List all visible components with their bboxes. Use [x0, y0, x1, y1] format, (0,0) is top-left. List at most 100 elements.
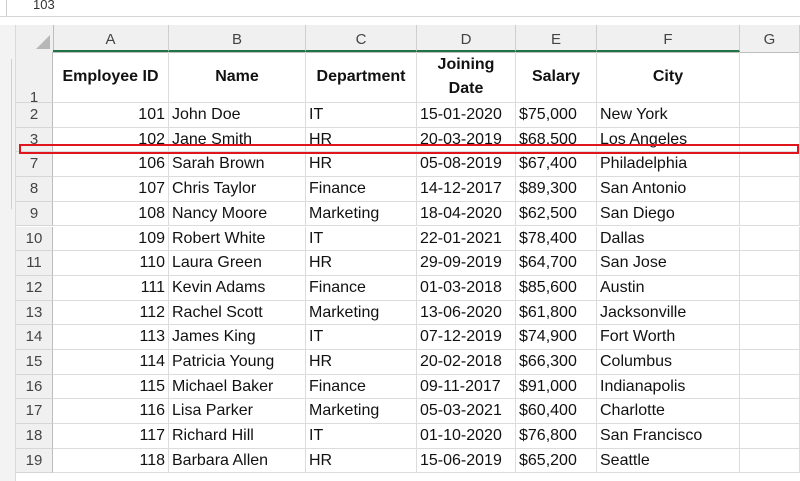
table-cell[interactable]: Indianapolis	[597, 374, 740, 400]
table-cell[interactable]: $75,000	[516, 103, 597, 128]
table-cell[interactable]: 15-01-2020	[417, 103, 516, 128]
table-cell[interactable]: IT	[306, 325, 417, 350]
table-cell[interactable]: James King	[169, 325, 306, 350]
formula-bar[interactable]: 103	[0, 0, 800, 17]
table-cell[interactable]: 106	[53, 152, 169, 178]
table-cell[interactable]: $85,600	[516, 275, 597, 301]
table-cell[interactable]: 112	[53, 300, 169, 326]
column-header-c[interactable]: C	[306, 25, 417, 52]
table-cell[interactable]: Marketing	[306, 300, 417, 326]
table-cell[interactable]: 18-04-2020	[417, 201, 516, 227]
table-cell[interactable]: 102	[53, 127, 169, 153]
row-header[interactable]: 2	[16, 103, 53, 128]
table-cell[interactable]: $89,300	[516, 177, 597, 202]
table-cell[interactable]: 05-08-2019	[417, 152, 516, 178]
table-cell[interactable]: Finance	[306, 374, 417, 400]
row-header[interactable]: 3	[16, 127, 53, 153]
table-cell[interactable]: $61,800	[516, 300, 597, 326]
column-header-b[interactable]: B	[169, 25, 306, 52]
table-cell[interactable]: 114	[53, 350, 169, 375]
table-cell[interactable]: 107	[53, 177, 169, 202]
table-cell[interactable]: 07-12-2019	[417, 325, 516, 350]
table-cell[interactable]: Michael Baker	[169, 374, 306, 400]
header-cell[interactable]: City	[597, 52, 740, 103]
row-header[interactable]: 11	[16, 251, 53, 276]
table-cell[interactable]: Dallas	[597, 226, 740, 252]
table-cell[interactable]: 113	[53, 325, 169, 350]
table-cell-empty[interactable]	[740, 52, 800, 103]
table-cell[interactable]: Philadelphia	[597, 152, 740, 178]
column-header-d[interactable]: D	[417, 25, 516, 52]
table-cell[interactable]: $60,400	[516, 399, 597, 425]
table-cell[interactable]: Finance	[306, 177, 417, 202]
table-cell[interactable]: Laura Green	[169, 251, 306, 276]
table-cell[interactable]: Charlotte	[597, 399, 740, 425]
column-header-a[interactable]: A	[53, 25, 169, 52]
spreadsheet-grid[interactable]: ABCDEFG 1 Employee ID Name Department Joinin…	[16, 25, 800, 481]
table-cell-empty[interactable]	[740, 177, 800, 202]
table-cell[interactable]: Columbus	[597, 350, 740, 375]
table-cell[interactable]: $65,200	[516, 448, 597, 474]
table-cell[interactable]: 05-03-2021	[417, 399, 516, 425]
table-cell[interactable]: 13-06-2020	[417, 300, 516, 326]
table-cell-empty[interactable]	[740, 103, 800, 128]
table-cell[interactable]: Finance	[306, 275, 417, 301]
row-header[interactable]: 9	[16, 201, 53, 227]
table-cell[interactable]: San Antonio	[597, 177, 740, 202]
row-header[interactable]: 19	[16, 448, 53, 474]
table-cell[interactable]: 20-03-2019	[417, 127, 516, 153]
table-cell[interactable]: $68,500	[516, 127, 597, 153]
table-cell[interactable]: 22-01-2021	[417, 226, 516, 252]
table-cell[interactable]: 110	[53, 251, 169, 276]
column-header-g[interactable]: G	[740, 25, 800, 52]
table-cell[interactable]: Los Angeles	[597, 127, 740, 153]
table-cell[interactable]: Barbara Allen	[169, 448, 306, 474]
table-cell[interactable]: Nancy Moore	[169, 201, 306, 227]
table-cell[interactable]: Seattle	[597, 448, 740, 474]
row-header[interactable]: 15	[16, 350, 53, 375]
table-cell-empty[interactable]	[740, 374, 800, 400]
table-cell-empty[interactable]	[740, 226, 800, 252]
row-header[interactable]: 18	[16, 424, 53, 449]
table-cell-empty[interactable]	[740, 201, 800, 227]
formula-bar-value[interactable]: 103	[33, 0, 55, 12]
table-cell[interactable]: Richard Hill	[169, 424, 306, 449]
table-cell[interactable]: HR	[306, 350, 417, 375]
table-cell[interactable]: Marketing	[306, 399, 417, 425]
table-cell[interactable]: San Diego	[597, 201, 740, 227]
row-header[interactable]: 13	[16, 300, 53, 326]
table-cell[interactable]: $67,400	[516, 152, 597, 178]
table-cell[interactable]: $66,300	[516, 350, 597, 375]
table-cell[interactable]: 111	[53, 275, 169, 301]
table-cell[interactable]: $78,400	[516, 226, 597, 252]
table-cell[interactable]: 118	[53, 448, 169, 474]
table-cell[interactable]: Kevin Adams	[169, 275, 306, 301]
header-cell[interactable]: Department	[306, 52, 417, 103]
row-header[interactable]: 8	[16, 177, 53, 202]
table-cell[interactable]: $91,000	[516, 374, 597, 400]
table-cell[interactable]: Jane Smith	[169, 127, 306, 153]
header-cell[interactable]: Joining Date	[417, 52, 516, 103]
table-cell[interactable]: IT	[306, 226, 417, 252]
table-cell-empty[interactable]	[740, 424, 800, 449]
header-cell[interactable]: Employee ID	[53, 52, 169, 103]
table-cell[interactable]: 20-02-2018	[417, 350, 516, 375]
header-cell[interactable]: Name	[169, 52, 306, 103]
table-cell-empty[interactable]	[740, 152, 800, 178]
table-cell[interactable]: 01-10-2020	[417, 424, 516, 449]
column-header-f[interactable]: F	[597, 25, 740, 52]
table-cell[interactable]: 116	[53, 399, 169, 425]
row-header[interactable]: 7	[16, 152, 53, 178]
row-header[interactable]: 1	[16, 52, 53, 106]
table-cell[interactable]: Lisa Parker	[169, 399, 306, 425]
table-cell[interactable]: HR	[306, 127, 417, 153]
table-cell[interactable]: 115	[53, 374, 169, 400]
table-cell[interactable]: New York	[597, 103, 740, 128]
table-cell[interactable]: IT	[306, 424, 417, 449]
table-cell[interactable]: Austin	[597, 275, 740, 301]
table-cell[interactable]: IT	[306, 103, 417, 128]
table-cell-empty[interactable]	[740, 251, 800, 276]
table-cell-empty[interactable]	[740, 127, 800, 153]
table-cell[interactable]: San Francisco	[597, 424, 740, 449]
table-cell[interactable]: 109	[53, 226, 169, 252]
